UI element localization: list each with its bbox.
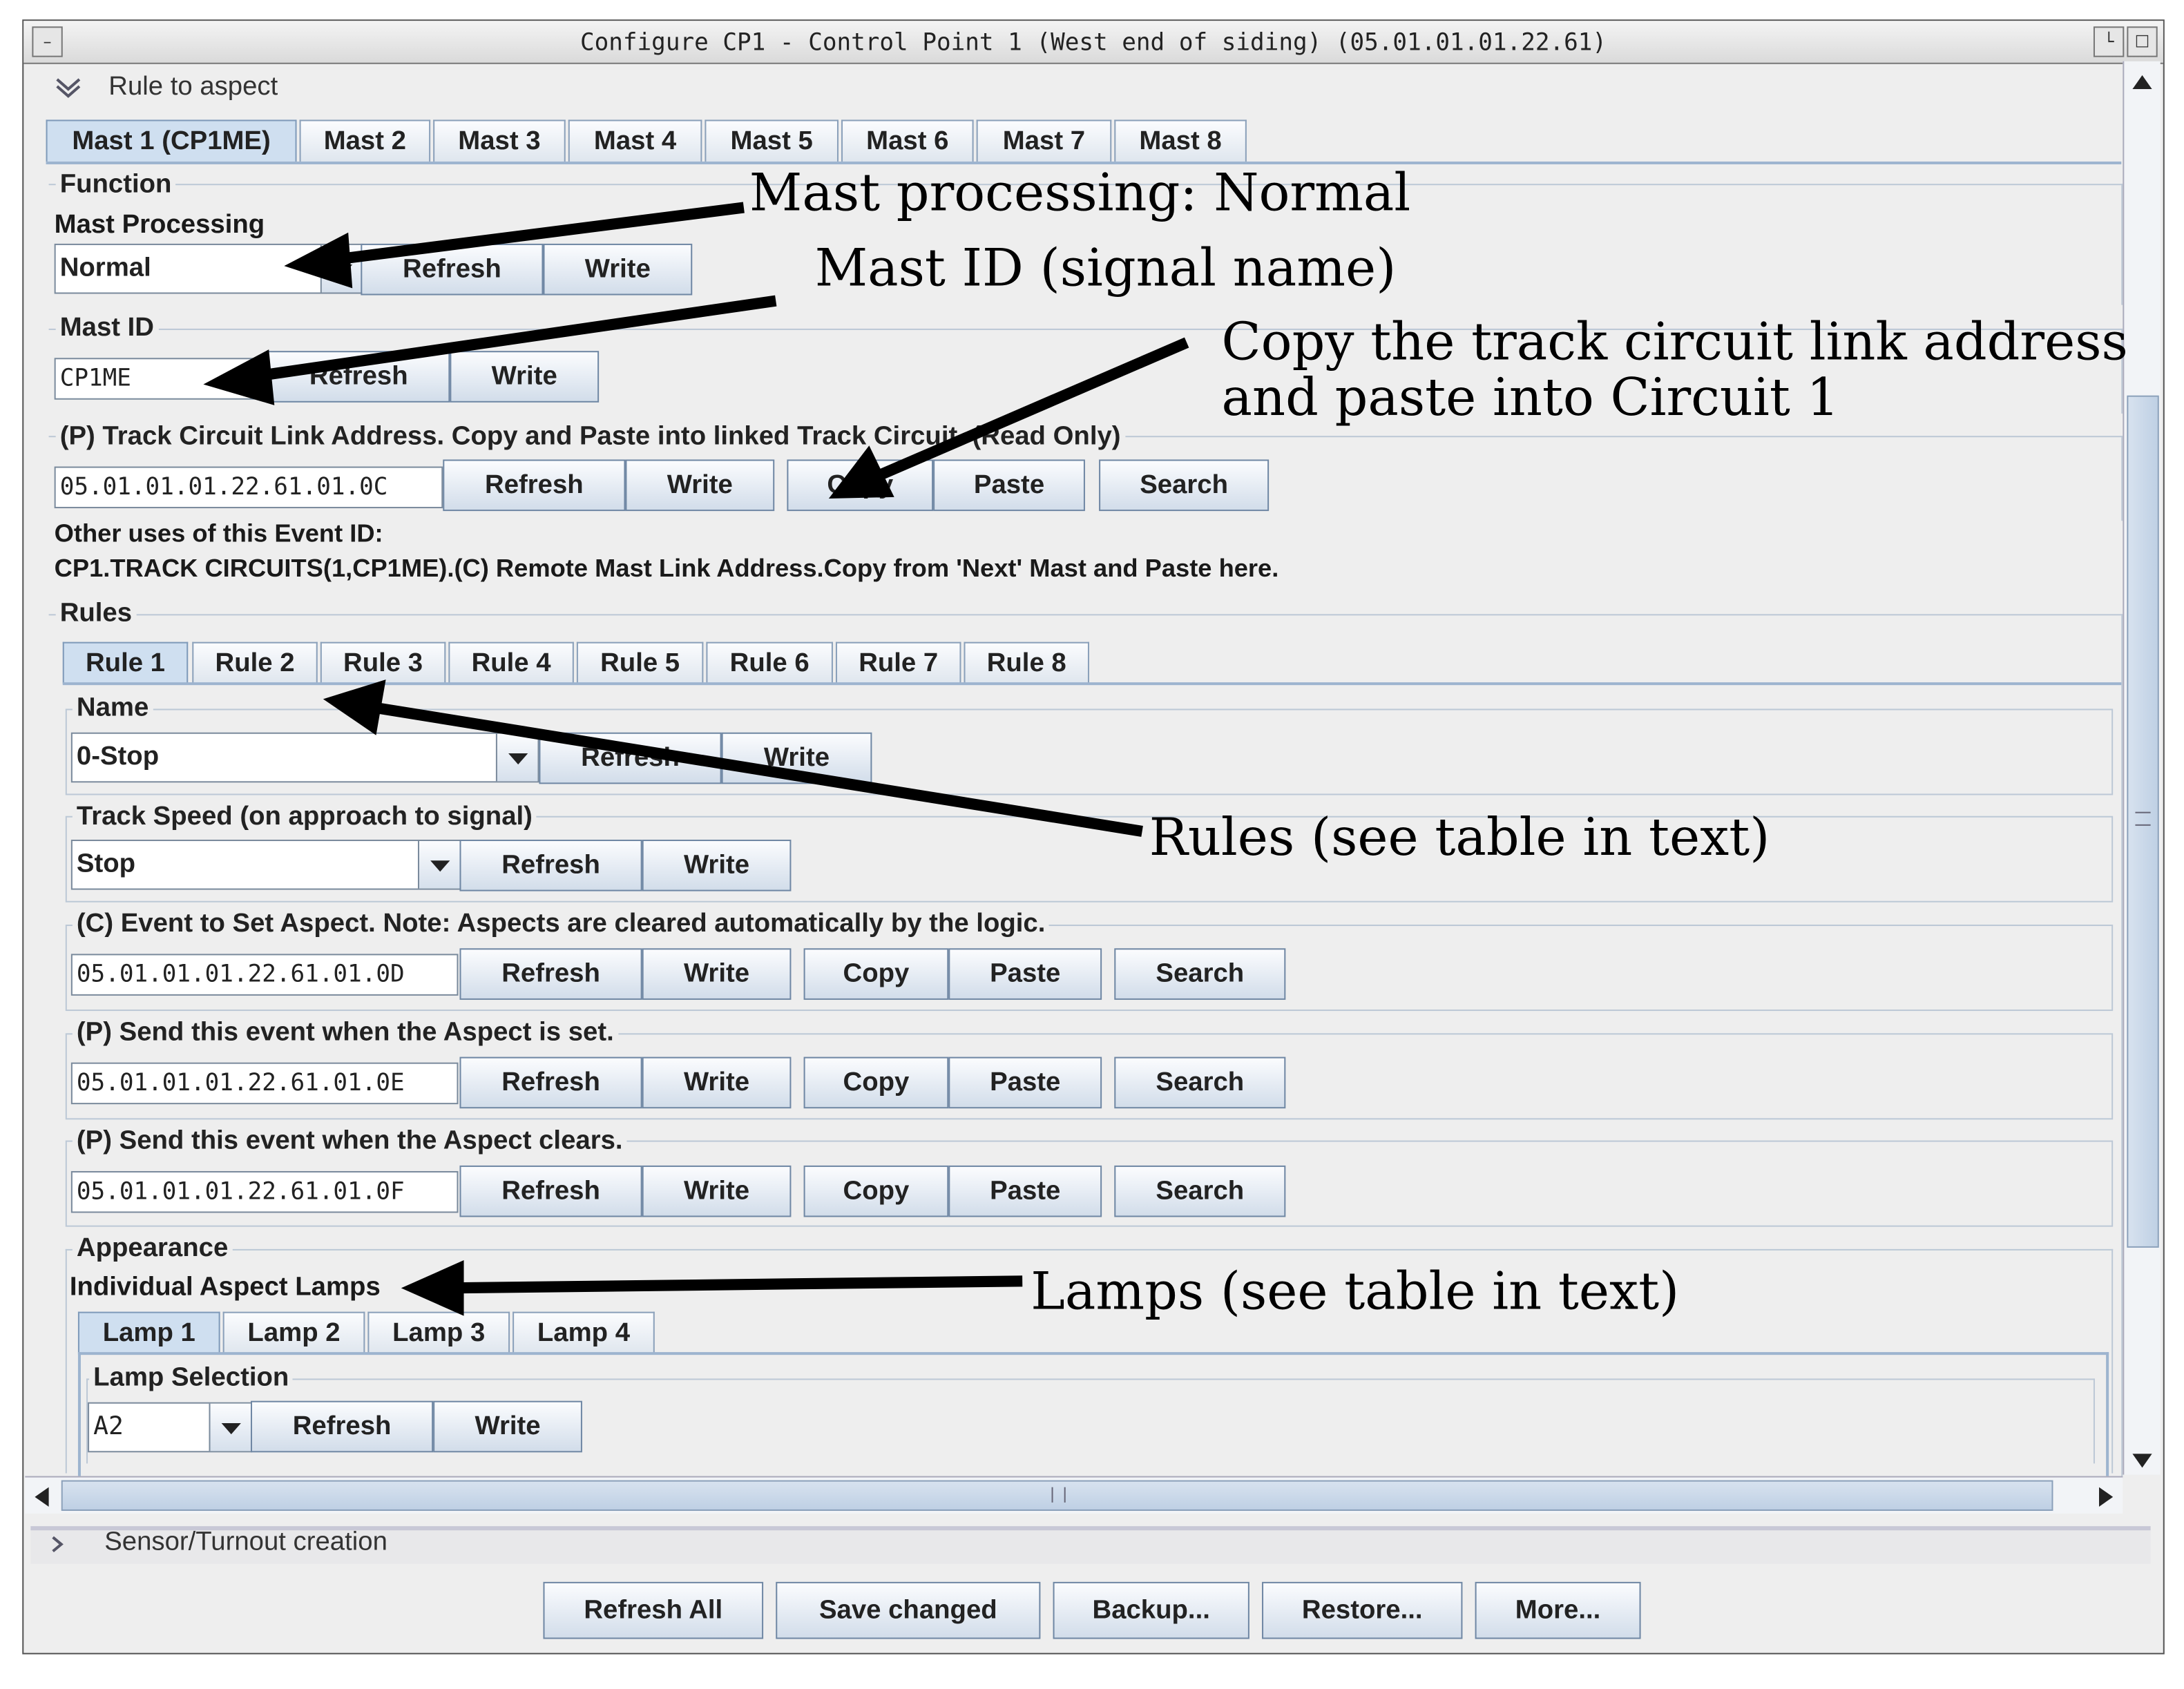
arrow-copy (868, 337, 1189, 485)
arrow-mast-id-head (203, 349, 275, 405)
arrow-mast-id (247, 295, 777, 383)
arrow-rules (372, 702, 1143, 837)
annotation-arrows (203, 202, 1189, 1316)
arrow-mast-processing-head (284, 232, 353, 289)
arrow-mast-processing (327, 202, 745, 267)
arrow-lamps-head (401, 1260, 464, 1316)
arrow-rules-head (323, 679, 386, 735)
arrow-lamps (448, 1275, 1023, 1294)
